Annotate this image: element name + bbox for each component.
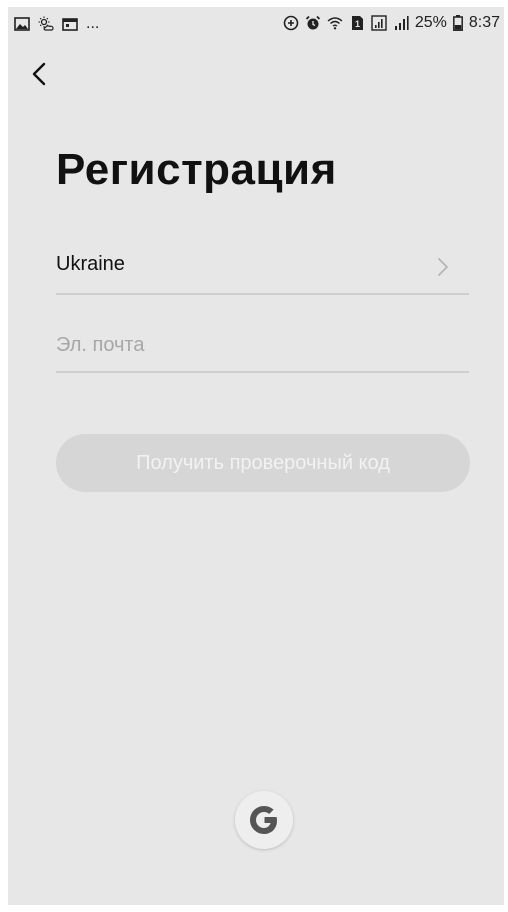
clock: 8:37	[468, 14, 500, 31]
country-value: Ukraine	[56, 253, 125, 275]
status-bar: ... 1 25% 8:37	[8, 7, 504, 41]
back-button[interactable]	[22, 57, 56, 91]
chevron-left-icon	[32, 62, 46, 86]
calendar-icon	[62, 16, 78, 32]
svg-text:1: 1	[355, 19, 360, 29]
data-saver-icon	[283, 15, 299, 31]
email-field	[56, 321, 469, 373]
page-title: Регистрация	[56, 145, 337, 194]
notifications-overflow: ...	[86, 15, 100, 32]
alarm-icon	[305, 15, 321, 31]
screen: ... 1 25% 8:37 Регистрация Ukraine Эл. п…	[8, 7, 504, 905]
sim-icon: 1	[349, 15, 365, 31]
google-icon	[250, 806, 277, 834]
weather-icon	[38, 16, 54, 32]
signal-icon	[371, 15, 387, 31]
status-bar-left: ...	[14, 15, 99, 33]
battery-percent: 25%	[414, 14, 447, 31]
chevron-right-icon	[433, 255, 453, 279]
get-verification-code-button[interactable]: Получить проверочный код	[56, 434, 470, 492]
battery-icon	[452, 15, 463, 31]
google-login-button[interactable]	[235, 791, 293, 849]
signal-bars-icon	[393, 15, 409, 31]
country-selector[interactable]: Ukraine	[56, 243, 469, 295]
image-icon	[14, 16, 30, 32]
status-bar-right: 1 25% 8:37	[283, 14, 500, 32]
wifi-icon	[327, 15, 343, 31]
email-input[interactable]	[56, 329, 469, 361]
